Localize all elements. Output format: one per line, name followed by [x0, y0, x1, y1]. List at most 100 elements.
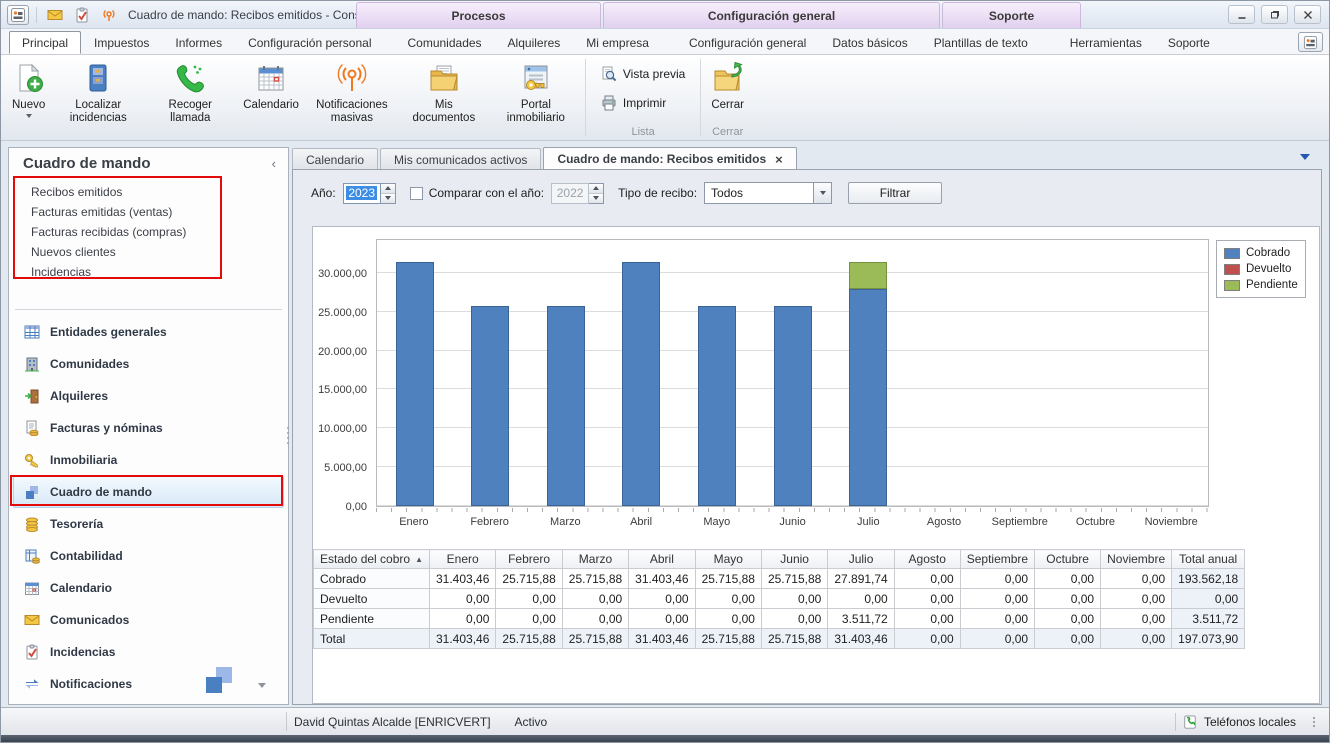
collapse-ribbon-icon[interactable]	[1272, 33, 1292, 51]
broadcast-quick-icon[interactable]	[98, 5, 120, 25]
bar-segment-cobrado[interactable]	[396, 262, 434, 506]
sidebar-item-alquileres[interactable]: Alquileres	[13, 380, 284, 412]
close-button[interactable]	[1294, 5, 1321, 24]
toolbar-button-vista-previa[interactable]: Vista previa	[601, 66, 685, 82]
sidebar-item-contabilidad[interactable]: Contabilidad	[13, 540, 284, 572]
cell: 0,00	[1035, 589, 1101, 609]
sidebar-link-recibos-emitidos[interactable]: Recibos emitidos	[31, 182, 186, 202]
sidebar-overflow-icon[interactable]	[258, 683, 266, 688]
bar-segment-pendiente[interactable]	[849, 262, 887, 289]
bar-segment-cobrado[interactable]	[471, 306, 509, 506]
spin-up-icon[interactable]	[385, 186, 391, 190]
sidebar-item-entidades-generales[interactable]: Entidades generales	[13, 316, 284, 348]
cell: 0,00	[1035, 569, 1101, 589]
sidebar-item-cuadro-de-mando[interactable]: Cuadro de mando	[13, 476, 284, 508]
document-tab-cuadro-de-mando-recibos-emitidos[interactable]: Cuadro de mando: Recibos emitidos ×	[543, 147, 796, 170]
filtrar-button[interactable]: Filtrar	[848, 182, 942, 204]
receipt-type-value[interactable]: Todos	[704, 182, 814, 204]
toolbar-button-nuevo[interactable]: Nuevo	[5, 55, 52, 140]
toolbar-button-mis-documentos[interactable]: Mis documentos	[398, 55, 490, 140]
chart-bar-slot	[1057, 240, 1133, 506]
combo-dropdown-button[interactable]	[814, 182, 832, 204]
document-tab-calendario[interactable]: Calendario	[292, 148, 378, 170]
sidebar-resize-handle[interactable]	[285, 419, 290, 451]
toolbar-button-calendario[interactable]: Calendario	[236, 55, 306, 140]
receipt-type-select[interactable]: Todos	[704, 182, 832, 204]
ribbon-tab-impuestos[interactable]: Impuestos	[81, 31, 162, 54]
toolbar-button-portal-inmobiliario[interactable]: Portal inmobiliario	[490, 55, 582, 140]
bar-segment-cobrado[interactable]	[547, 306, 585, 506]
column-header-estado-del-cobro[interactable]: Estado del cobro▲	[314, 550, 430, 569]
cell: 0,00	[430, 589, 496, 609]
ribbon-tab-datos-básicos[interactable]: Datos básicos	[819, 31, 920, 54]
toolbar-button-localizar-incidencias[interactable]: Localizar incidencias	[52, 55, 144, 140]
ribbon-tab-plantillas-de-texto[interactable]: Plantillas de texto	[921, 31, 1041, 54]
document-tab-mis-comunicados-activos[interactable]: Mis comunicados activos	[380, 148, 541, 170]
spin-down-icon[interactable]	[385, 196, 391, 200]
bar-segment-cobrado[interactable]	[622, 262, 660, 506]
ribbon-tab-configuración-general[interactable]: Configuración general	[676, 31, 819, 54]
tab-list-dropdown-icon[interactable]	[1300, 154, 1310, 160]
cell: 0,00	[894, 629, 960, 649]
y-tick-label: 5.000,00	[324, 462, 367, 474]
sidebar-link-facturas-recibidas-compras[interactable]: Facturas recibidas (compras)	[31, 222, 186, 242]
cell: 0,00	[1101, 609, 1172, 629]
toolbar-button-recoger-llamada[interactable]: Recoger llamada	[144, 55, 236, 140]
sidebar-item-calendario[interactable]: Calendario	[13, 572, 284, 604]
toolbar-button-label: Notificaciones masivas	[313, 99, 391, 125]
contextual-group-procesos: Procesos	[356, 2, 601, 28]
bar-segment-cobrado[interactable]	[698, 306, 736, 506]
ribbon-tab-herramientas[interactable]: Herramientas	[1057, 31, 1155, 54]
chart-bar-marzo	[547, 306, 585, 506]
mail-quick-icon[interactable]	[44, 5, 66, 25]
chart-x-axis: EneroFebreroMarzoAbrilMayoJunioJulioAgos…	[376, 516, 1209, 528]
sidebar-link-nuevos-clientes[interactable]: Nuevos clientes	[31, 242, 186, 262]
sidebar-item-label: Incidencias	[50, 645, 115, 659]
row-header: Pendiente	[314, 609, 430, 629]
year-input[interactable]: 2023	[346, 186, 377, 200]
sidebar-link-incidencias[interactable]: Incidencias	[31, 262, 186, 282]
sidebar-link-facturas-emitidas-ventas[interactable]: Facturas emitidas (ventas)	[31, 202, 186, 222]
app-mini-icon[interactable]	[1298, 32, 1323, 52]
chevron-down-icon	[820, 191, 826, 195]
compare-checkbox[interactable]	[410, 187, 423, 200]
year-spinner-arrows[interactable]	[381, 183, 396, 204]
app-logo	[198, 667, 240, 700]
legend-entry-cobrado: Cobrado	[1224, 247, 1298, 259]
column-header-total-anual: Total anual	[1172, 550, 1245, 569]
ribbon-tab-alquileres[interactable]: Alquileres	[495, 31, 574, 54]
toolbar-button-notificaciones-masivas[interactable]: Notificaciones masivas	[306, 55, 398, 140]
sidebar-item-incidencias[interactable]: Incidencias	[13, 636, 284, 668]
tasks-quick-icon[interactable]	[71, 5, 93, 25]
toolbar-button-imprimir[interactable]: Imprimir	[601, 95, 685, 111]
cell: 0,00	[695, 589, 761, 609]
ribbon-tab-mi-empresa[interactable]: Mi empresa	[573, 31, 662, 54]
close-tab-icon[interactable]: ×	[775, 153, 783, 166]
cell: 25.715,88	[562, 569, 628, 589]
tab-label: Cuadro de mando: Recibos emitidos	[557, 152, 766, 166]
bar-segment-cobrado[interactable]	[849, 289, 887, 506]
sidebar-item-comunidades[interactable]: Comunidades	[13, 348, 284, 380]
sidebar-item-inmobiliaria[interactable]: Inmobiliaria	[13, 444, 284, 476]
cerrar-button[interactable]: Cerrar	[704, 55, 751, 114]
sidebar-item-facturas-y-nóminas[interactable]: Facturas y nóminas	[13, 412, 284, 444]
minimize-button[interactable]	[1228, 5, 1255, 24]
ribbon-tab-informes[interactable]: Informes	[162, 31, 235, 54]
ribbon-tab-comunidades[interactable]: Comunidades	[395, 31, 495, 54]
ribbon-tab-principal[interactable]: Principal	[9, 31, 81, 54]
legend-entry-pendiente: Pendiente	[1224, 279, 1298, 291]
ribbon-tab-configuración-personal[interactable]: Configuración personal	[235, 31, 384, 54]
sidebar-item-label: Calendario	[50, 581, 112, 595]
local-phones-label[interactable]: Teléfonos locales	[1204, 715, 1296, 729]
year-spinner[interactable]: 2023	[343, 183, 396, 204]
sidebar-item-comunicados[interactable]: Comunicados	[13, 604, 284, 636]
ribbon-tab-soporte[interactable]: Soporte	[1155, 31, 1223, 54]
chart-bar-enero	[396, 262, 434, 506]
sidebar-item-notificaciones[interactable]: Notificaciones	[13, 668, 284, 700]
bar-segment-cobrado[interactable]	[774, 306, 812, 506]
app-menu-icon[interactable]	[7, 5, 29, 25]
resize-grip[interactable]	[1313, 717, 1315, 727]
sidebar-item-tesorería[interactable]: Tesorería	[13, 508, 284, 540]
restore-button[interactable]	[1261, 5, 1288, 24]
sidebar-collapse-icon[interactable]: ‹	[272, 156, 276, 171]
